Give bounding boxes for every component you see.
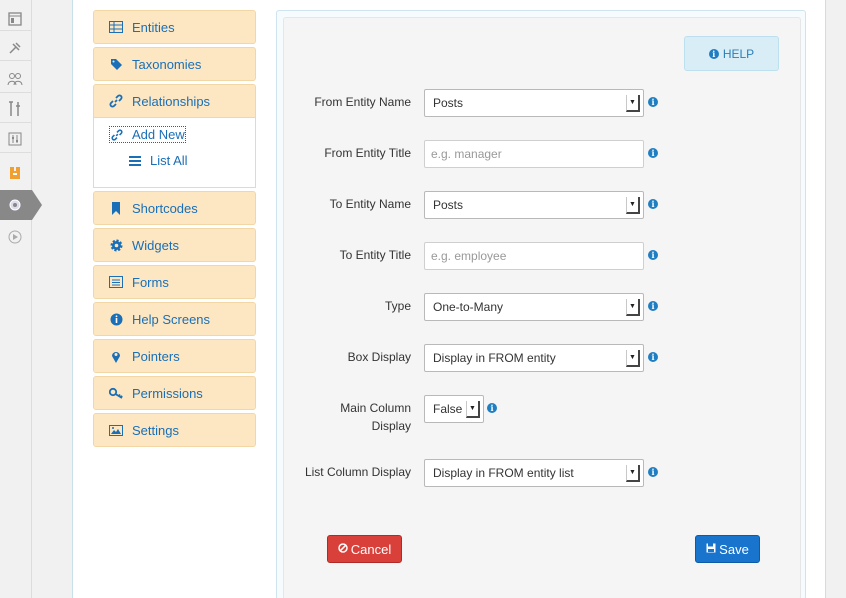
- from-entity-title-label: From Entity Title: [324, 146, 411, 160]
- floppy-disk-icon: [706, 543, 716, 556]
- plugin-menu: Entities Taxonomies Relationships Add Ne…: [93, 10, 256, 450]
- tools-icon[interactable]: [4, 98, 26, 120]
- gear-icon: [108, 237, 124, 253]
- list-table-icon: [108, 274, 124, 290]
- select-value: Posts: [433, 96, 464, 110]
- menu-item-label: Widgets: [132, 237, 179, 253]
- menu-item-label: Entities: [132, 19, 175, 35]
- chevron-down-icon: ▼: [466, 401, 480, 418]
- main-column-display-select[interactable]: False ▼: [424, 395, 484, 423]
- ban-icon: [338, 542, 348, 556]
- list-column-display-label: List Column Display: [304, 465, 411, 479]
- menu-item-relationships[interactable]: Relationships: [93, 84, 256, 118]
- select-value: False: [433, 402, 463, 416]
- menu-item-label: Relationships: [132, 93, 211, 109]
- admin-sidebar: [0, 0, 42, 598]
- type-label: Type: [384, 299, 411, 313]
- menu-item-permissions[interactable]: Permissions: [93, 376, 256, 410]
- select-value: One-to-Many: [433, 300, 504, 314]
- chevron-down-icon: ▼: [626, 299, 640, 316]
- to-entity-title-input[interactable]: e.g. employee: [424, 242, 644, 270]
- label-line: Display: [371, 419, 411, 433]
- key-icon: [108, 385, 124, 401]
- input-placeholder: e.g. manager: [431, 147, 502, 161]
- box-display-select[interactable]: Display in FROM entity ▼: [424, 344, 644, 372]
- picture-icon: [108, 422, 124, 438]
- settings-sliders-icon[interactable]: [4, 128, 26, 150]
- from-entity-title-input[interactable]: e.g. manager: [424, 140, 644, 168]
- cancel-label: Cancel: [350, 541, 392, 557]
- menu-item-entities[interactable]: Entities: [93, 10, 256, 44]
- info-icon[interactable]: i: [648, 467, 658, 477]
- menu-item-label: Pointers: [132, 348, 180, 364]
- to-entity-title-label: To Entity Title: [339, 248, 411, 262]
- info-icon[interactable]: i: [648, 352, 658, 362]
- input-placeholder: e.g. employee: [431, 249, 507, 263]
- collapse-menu-icon[interactable]: [4, 226, 26, 248]
- menu-item-shortcodes[interactable]: Shortcodes: [93, 191, 256, 225]
- chevron-down-icon: ▼: [626, 350, 640, 367]
- menu-item-label: Settings: [132, 422, 179, 438]
- menu-item-taxonomies[interactable]: Taxonomies: [93, 47, 256, 81]
- info-icon[interactable]: i: [648, 199, 658, 209]
- menu-item-label: Permissions: [132, 385, 203, 401]
- info-icon[interactable]: i: [648, 97, 658, 107]
- chevron-down-icon: ▼: [626, 95, 640, 112]
- help-label: HELP: [722, 46, 755, 61]
- link-icon: [110, 128, 124, 141]
- submenu-label: Add New: [132, 127, 185, 142]
- gear-icon[interactable]: [4, 194, 26, 216]
- plugins-icon[interactable]: [4, 37, 26, 59]
- relationships-submenu: Add New List All: [93, 118, 256, 188]
- submenu-list-all[interactable]: List All: [128, 153, 188, 168]
- from-entity-name-label: From Entity Name: [314, 95, 411, 109]
- list-icon: [128, 155, 142, 166]
- map-marker-icon: [108, 348, 124, 364]
- info-icon[interactable]: i: [648, 301, 658, 311]
- menu-item-label: Taxonomies: [132, 56, 202, 72]
- bookmark-icon: [108, 200, 124, 216]
- submenu-label: List All: [150, 153, 188, 168]
- from-entity-name-select[interactable]: Posts ▼: [424, 89, 644, 117]
- main-column-display-label: Main Column Display: [340, 399, 411, 435]
- save-label: Save: [719, 541, 749, 557]
- link-icon: [108, 93, 124, 109]
- users-icon[interactable]: [4, 68, 26, 90]
- help-button[interactable]: i HELP: [684, 36, 779, 71]
- info-icon: i: [708, 48, 719, 59]
- list-column-display-select[interactable]: Display in FROM entity list ▼: [424, 459, 644, 487]
- menu-item-label: Help Screens: [132, 311, 211, 327]
- menu-item-label: Forms: [132, 274, 169, 290]
- select-value: Display in FROM entity: [433, 351, 556, 365]
- label-line: Main Column: [340, 401, 411, 415]
- chevron-down-icon: ▼: [626, 197, 640, 214]
- info-icon: [108, 311, 124, 327]
- menu-item-forms[interactable]: Forms: [93, 265, 256, 299]
- menu-item-help-screens[interactable]: Help Screens: [93, 302, 256, 336]
- select-value: Display in FROM entity list: [433, 466, 574, 480]
- to-entity-name-label: To Entity Name: [329, 197, 411, 211]
- save-button[interactable]: Save: [695, 535, 760, 563]
- chevron-down-icon: ▼: [626, 465, 640, 482]
- cancel-button[interactable]: Cancel: [327, 535, 402, 563]
- menu-item-label: Shortcodes: [132, 200, 198, 216]
- box-display-label: Box Display: [347, 350, 411, 364]
- info-icon[interactable]: i: [648, 250, 658, 260]
- info-icon[interactable]: i: [487, 403, 497, 413]
- table-icon: [108, 19, 124, 35]
- menu-item-pointers[interactable]: Pointers: [93, 339, 256, 373]
- to-entity-name-select[interactable]: Posts ▼: [424, 191, 644, 219]
- submenu-add-new[interactable]: Add New: [109, 126, 186, 143]
- info-icon[interactable]: i: [648, 148, 658, 158]
- select-value: Posts: [433, 198, 464, 212]
- type-select[interactable]: One-to-Many ▼: [424, 293, 644, 321]
- menu-item-widgets[interactable]: Widgets: [93, 228, 256, 262]
- plugin-logo-icon[interactable]: [4, 162, 26, 184]
- dashboard-icon[interactable]: [4, 8, 26, 30]
- tag-icon: [108, 56, 124, 72]
- menu-item-settings[interactable]: Settings: [93, 413, 256, 447]
